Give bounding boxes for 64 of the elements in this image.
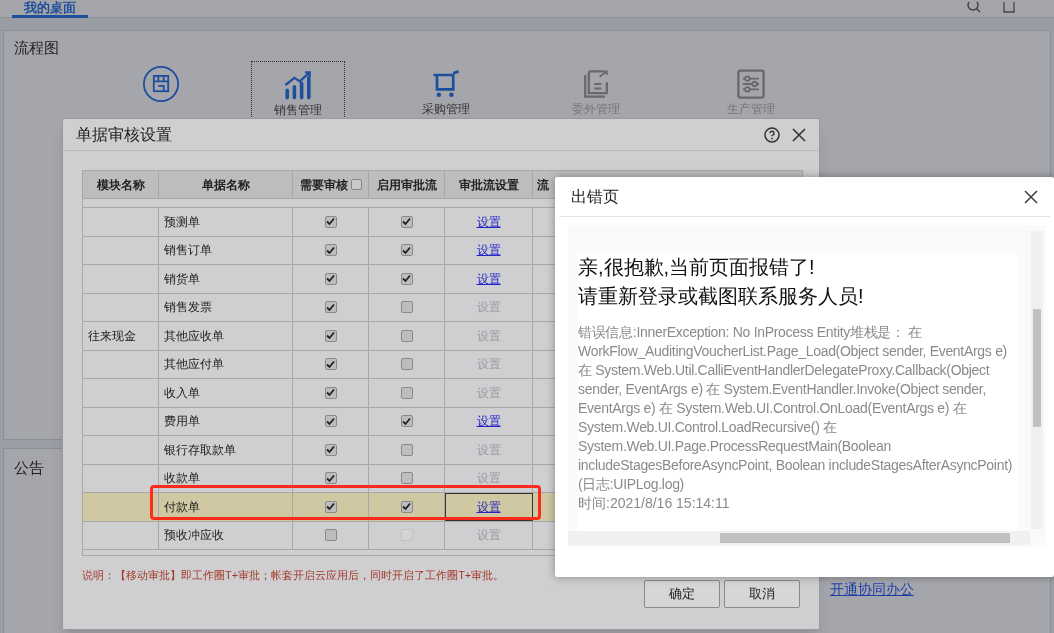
checkbox[interactable] [400, 244, 413, 257]
close-icon[interactable] [792, 127, 806, 142]
dialog-button[interactable]: 取消 [724, 580, 800, 608]
table-cell-text: 销售订单 [163, 242, 212, 260]
table-cell-text: 往来现金 [87, 327, 136, 345]
settings-link[interactable]: 设置 [476, 269, 501, 288]
checkbox[interactable] [324, 415, 337, 428]
checkbox[interactable] [324, 472, 337, 485]
table-cell-text: 收款单 [163, 470, 200, 488]
checkbox[interactable] [324, 386, 337, 399]
checkbox[interactable] [324, 329, 337, 342]
close-icon[interactable] [1024, 189, 1038, 204]
column-header: 审批流设置 [445, 171, 533, 198]
vertical-scrollbar[interactable] [1031, 231, 1043, 529]
table-cell-text: 银行存取款单 [163, 441, 236, 459]
table-cell-text: 收入单 [163, 384, 200, 402]
panel-title: 公告 [14, 458, 44, 478]
checkbox[interactable] [324, 244, 337, 257]
maximize-icon[interactable] [1003, 2, 1015, 13]
store-icon [143, 66, 179, 102]
flow-item[interactable]: 采购管理 [399, 61, 493, 127]
table-cell-text: 其他应付单 [163, 356, 224, 374]
checkbox[interactable] [400, 301, 413, 314]
search-icon[interactable] [967, 2, 981, 14]
checkbox[interactable] [400, 272, 413, 285]
settings-link[interactable]: 设置 [476, 497, 501, 516]
checkbox[interactable] [324, 500, 337, 513]
checkbox[interactable] [400, 415, 413, 428]
dialog-title: 单据审核设置 [76, 124, 173, 145]
error-time: 时间:2021/8/16 15:14:11 [578, 494, 731, 513]
checkbox[interactable] [324, 215, 337, 228]
settings-link[interactable]: 设置 [476, 412, 501, 431]
collaboration-link[interactable]: 开通协同办公 [830, 579, 914, 600]
table-cell-text: 预收冲应收 [163, 527, 224, 545]
checkbox[interactable] [400, 329, 413, 342]
checkbox[interactable] [324, 301, 337, 314]
checkbox[interactable] [324, 443, 337, 456]
select-all-checkbox[interactable] [350, 179, 362, 190]
help-icon[interactable] [764, 126, 780, 143]
table-cell-text: 费用单 [163, 413, 200, 431]
table-cell-text: 其他应收单 [163, 327, 224, 345]
checkbox[interactable] [400, 215, 413, 228]
checkbox[interactable] [400, 386, 413, 399]
column-header: 单据名称 [159, 171, 293, 198]
horizontal-scrollbar[interactable] [568, 531, 1030, 545]
checkbox[interactable] [324, 529, 337, 542]
checkbox[interactable] [324, 272, 337, 285]
column-header: 启用审批流 [369, 171, 445, 198]
settings-link[interactable]: 设置 [476, 241, 501, 260]
note-text: 说明：【移动审批】即工作圈T+审批；帐套开启云应用后，同时开启了工作圈T+审批。 [82, 568, 505, 583]
checkbox[interactable] [400, 500, 413, 513]
checkbox[interactable] [324, 358, 337, 371]
table-cell-text: 销货单 [163, 270, 200, 288]
checkbox[interactable] [400, 472, 413, 485]
dialog-button[interactable]: 确定 [644, 580, 720, 608]
panel-title: 流程图 [14, 38, 59, 58]
settings-link[interactable]: 设置 [476, 212, 501, 231]
table-cell-text: 销售发票 [163, 299, 212, 317]
column-header: 模块名称 [83, 171, 159, 198]
table-cell-text: 付款单 [163, 498, 200, 516]
checkbox[interactable] [400, 358, 413, 371]
table-cell-text: 预测单 [163, 213, 200, 231]
column-header: 需要审核 [293, 171, 369, 198]
checkbox[interactable] [400, 443, 413, 456]
